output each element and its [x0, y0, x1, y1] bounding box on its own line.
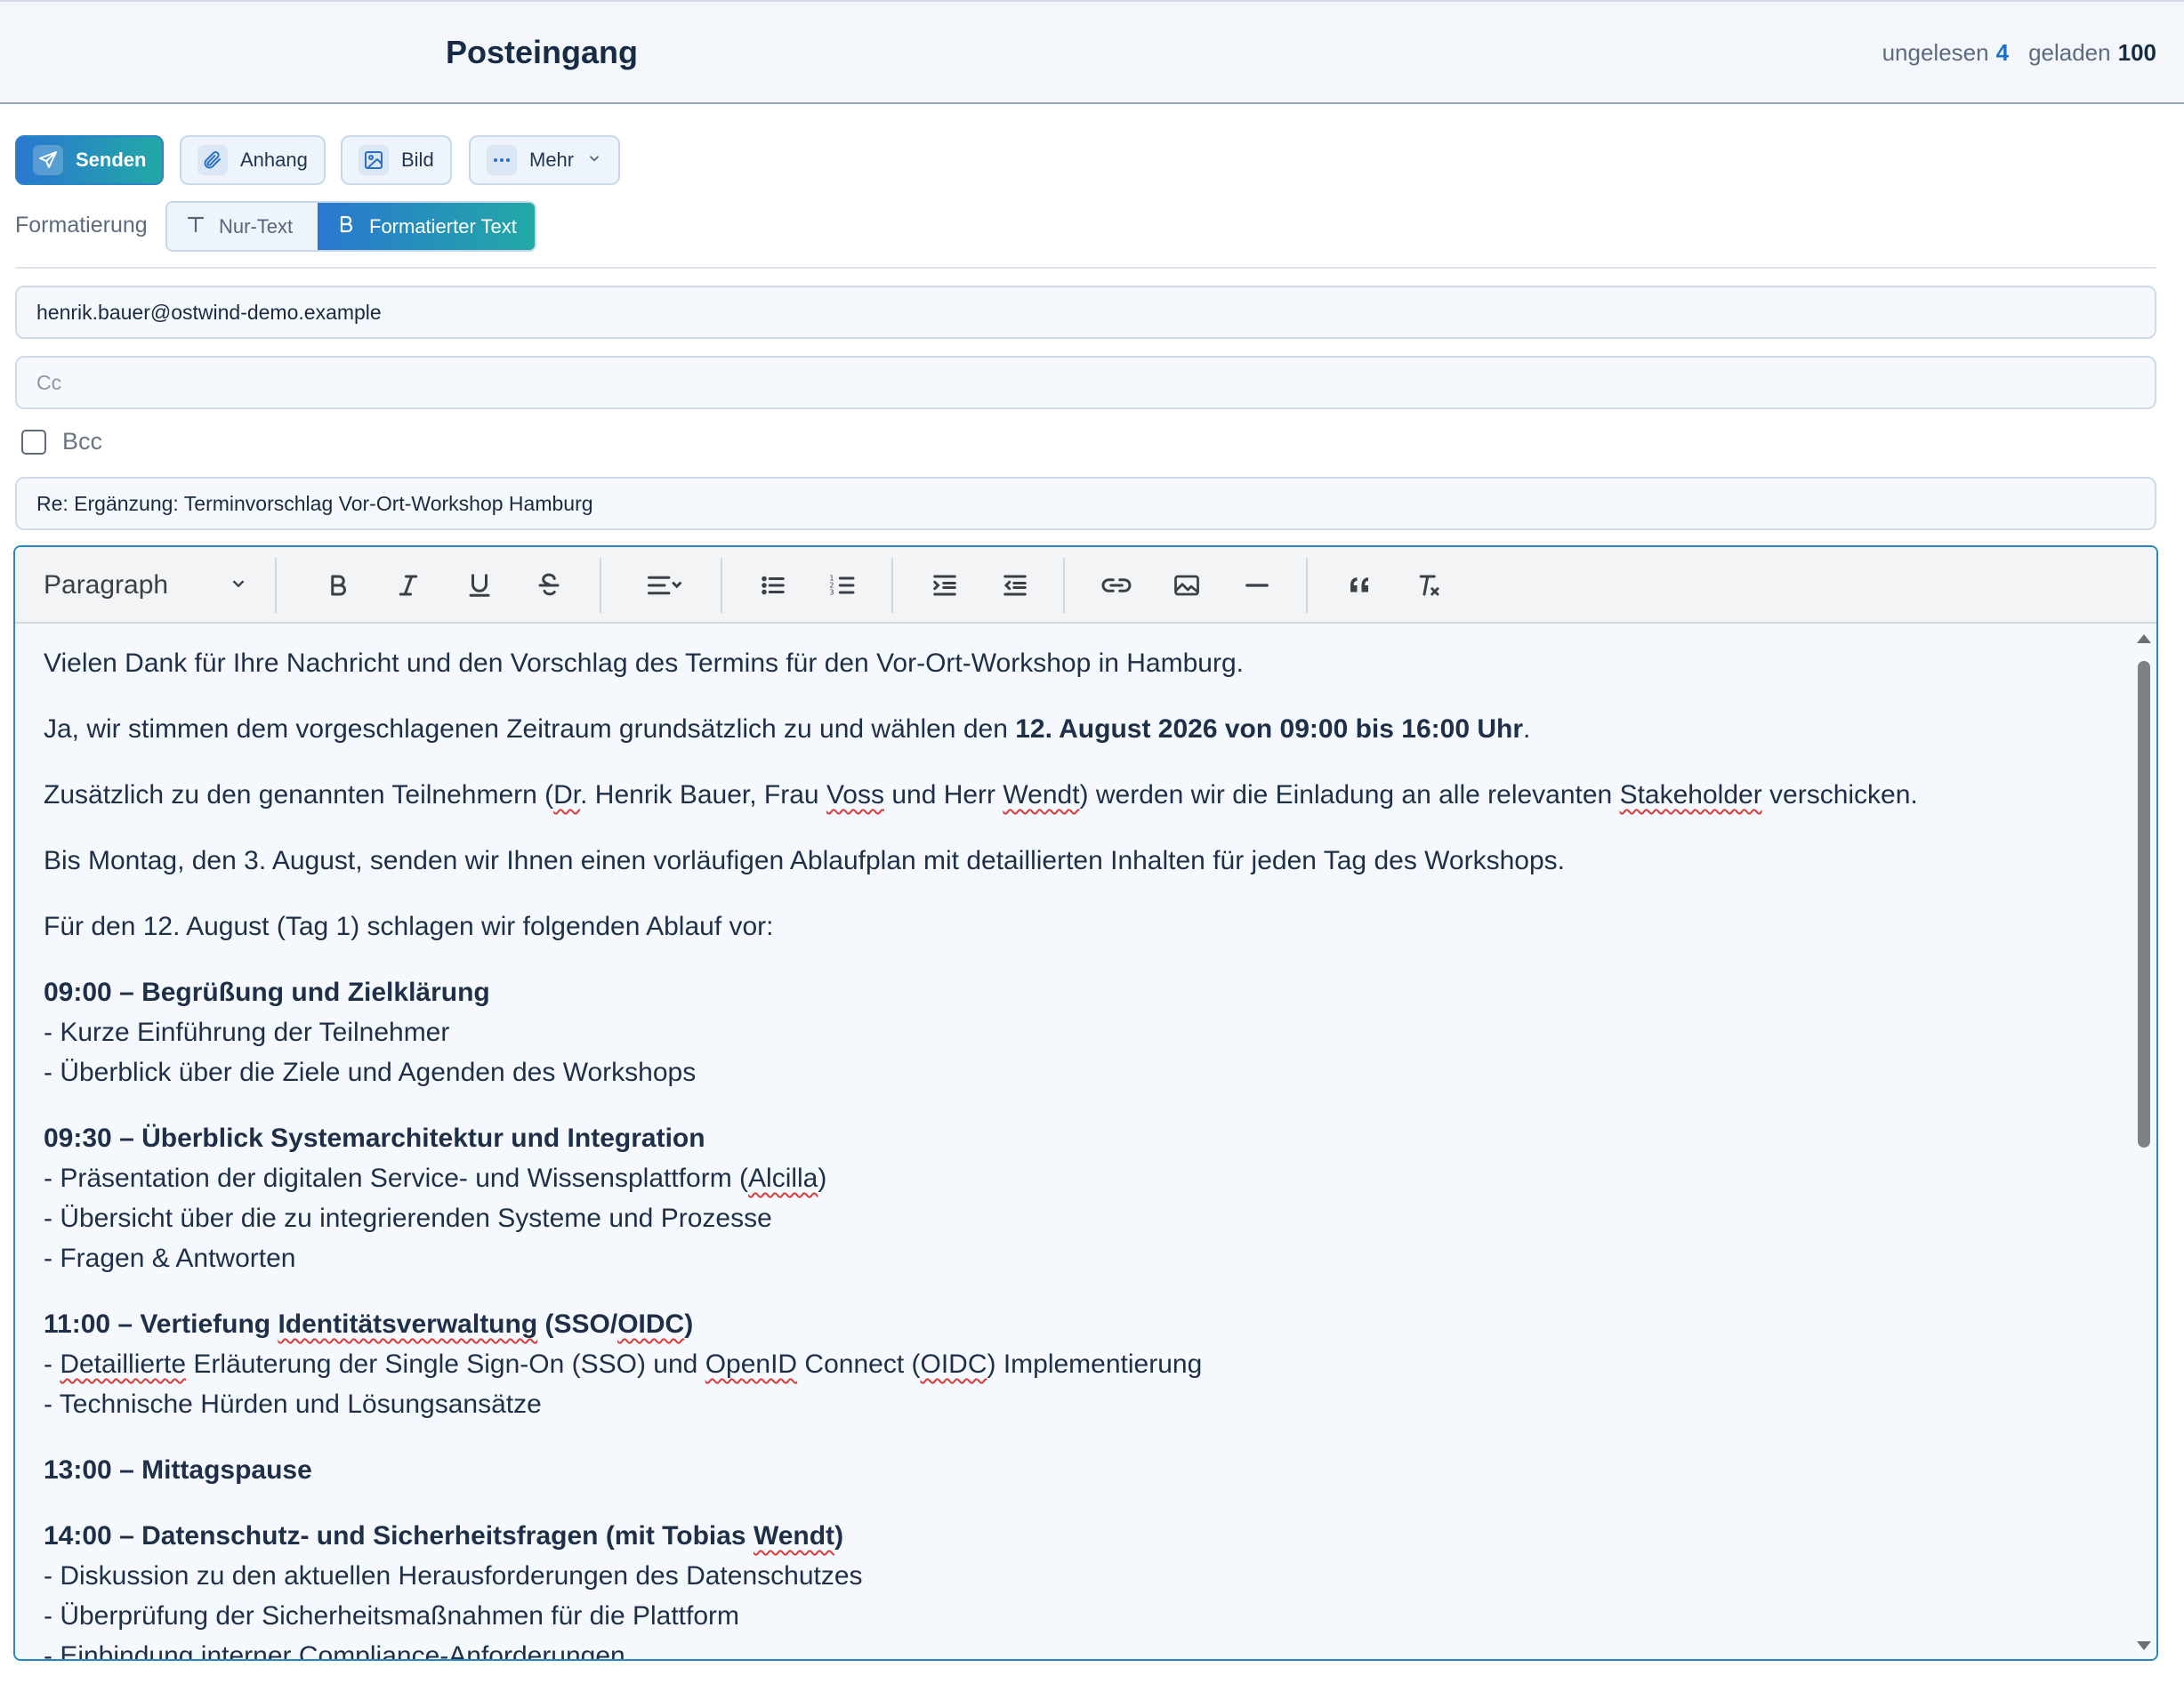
italic-icon — [399, 575, 418, 596]
loaded-count: 100 — [2117, 39, 2156, 66]
block-format-select[interactable]: Paragraph — [44, 547, 248, 624]
horizontal-rule-icon — [1245, 584, 1269, 587]
underline-button[interactable] — [452, 547, 507, 624]
link-button[interactable] — [1088, 547, 1145, 624]
attach-label: Anhang — [240, 149, 308, 171]
horizontal-rule-button[interactable] — [1229, 547, 1285, 624]
chevron-down-icon — [229, 570, 248, 600]
format-rich-label: Formatierter Text — [369, 214, 517, 238]
to-field[interactable] — [15, 286, 2156, 339]
bcc-toggle[interactable]: Bcc — [21, 428, 102, 455]
text-icon — [185, 214, 206, 240]
editor-scrollbar[interactable] — [2132, 625, 2156, 1659]
svg-text:3: 3 — [829, 589, 834, 597]
format-toggle: Nur-Text Formatierter Text — [165, 201, 536, 252]
clear-format-button[interactable] — [1400, 547, 1457, 624]
format-label: Formatierung — [15, 213, 148, 238]
editor-toolbar: Paragraph 123 — [15, 547, 2156, 624]
cc-field[interactable] — [15, 356, 2156, 409]
toolbar-separator — [891, 558, 893, 613]
bullet-list-button[interactable] — [745, 547, 802, 624]
underline-icon — [469, 574, 490, 597]
indent-button[interactable] — [916, 547, 973, 624]
insert-image-button[interactable] — [1158, 547, 1215, 624]
more-label: Mehr — [529, 149, 575, 171]
paperclip-icon — [197, 145, 228, 175]
body-paragraph: Zusätzlich zu den genannten Teilnehmern … — [44, 780, 1918, 810]
bullet-list-icon — [762, 576, 785, 595]
agenda-block: 13:00 – Mittagspause — [44, 1455, 312, 1485]
scroll-up-icon[interactable] — [2137, 634, 2151, 643]
chevron-down-icon — [586, 149, 602, 172]
image-label: Bild — [401, 149, 434, 171]
bcc-label: Bcc — [62, 428, 103, 455]
mail-stats: ungelesen 4 geladen 100 — [1882, 39, 2156, 67]
quote-icon — [1350, 577, 1368, 592]
image-button[interactable]: Bild — [341, 135, 452, 185]
unread-label: ungelesen — [1882, 39, 1989, 66]
agenda-block: 09:00 – Begrüßung und Zielklärung - Kurz… — [44, 978, 697, 1087]
image-icon — [1174, 575, 1199, 596]
numbered-list-button[interactable]: 123 — [814, 547, 871, 624]
format-plain-label: Nur-Text — [219, 214, 294, 238]
bcc-checkbox[interactable] — [21, 429, 46, 455]
indent-icon — [933, 575, 956, 596]
body-paragraph: Für den 12. August (Tag 1) schlagen wir … — [44, 912, 774, 941]
toolbar-separator — [721, 558, 722, 613]
send-button[interactable]: Senden — [15, 135, 165, 185]
more-button[interactable]: Mehr — [469, 135, 621, 185]
image-icon — [359, 145, 389, 175]
outdent-icon — [1003, 575, 1027, 596]
loaded-label: geladen — [2028, 39, 2111, 66]
outdent-button[interactable] — [987, 547, 1044, 624]
send-label: Senden — [76, 149, 147, 171]
numbered-list-icon: 123 — [829, 575, 855, 597]
toolbar-separator — [1306, 558, 1308, 613]
rich-text-editor: Paragraph 123 Vielen Dank für Ihre Nachr… — [13, 545, 2158, 1661]
unread-count: 4 — [1995, 39, 2010, 66]
clear-format-icon — [1419, 575, 1439, 596]
body-paragraph: Ja, wir stimmen dem vorgeschlagenen Zeit… — [44, 714, 1531, 744]
agenda-block: 14:00 – Datenschutz- und Sicherheitsfrag… — [44, 1521, 863, 1661]
agenda-block: 09:30 – Überblick Systemarchitektur und … — [44, 1124, 827, 1273]
block-format-value: Paragraph — [44, 570, 169, 600]
body-paragraph: Vielen Dank für Ihre Nachricht und den V… — [44, 649, 1244, 678]
strikethrough-button[interactable] — [521, 547, 576, 624]
bold-button[interactable] — [310, 547, 366, 624]
scrollbar-thumb[interactable] — [2138, 661, 2150, 1148]
bold-icon — [331, 575, 346, 596]
app-header: Posteingang ungelesen 4 geladen 100 — [0, 0, 2184, 104]
toolbar-separator — [1063, 558, 1065, 613]
quote-button[interactable] — [1331, 547, 1388, 624]
strikethrough-icon — [538, 573, 560, 596]
divider — [15, 267, 2156, 269]
scroll-down-icon[interactable] — [2137, 1641, 2151, 1650]
format-plain-option[interactable]: Nur-Text — [167, 203, 318, 250]
link-icon — [1101, 578, 1132, 592]
italic-button[interactable] — [381, 547, 436, 624]
format-rich-option[interactable]: Formatierter Text — [318, 203, 535, 250]
subject-field[interactable] — [15, 477, 2156, 530]
editor-content[interactable]: Vielen Dank für Ihre Nachricht und den V… — [15, 625, 2134, 1661]
more-dots-icon — [487, 145, 517, 175]
toolbar-separator — [600, 558, 601, 613]
body-paragraph: Bis Montag, den 3. August, senden wir Ih… — [44, 846, 1565, 875]
align-button[interactable] — [625, 547, 705, 624]
agenda-block: 11:00 – Vertiefung Identitätsverwaltung … — [44, 1309, 1203, 1419]
attach-button[interactable]: Anhang — [180, 135, 326, 185]
bold-b-icon — [335, 214, 357, 240]
toolbar-separator — [275, 558, 277, 613]
align-icon — [648, 576, 681, 595]
send-icon — [33, 145, 63, 175]
page-title: Posteingang — [446, 34, 639, 70]
